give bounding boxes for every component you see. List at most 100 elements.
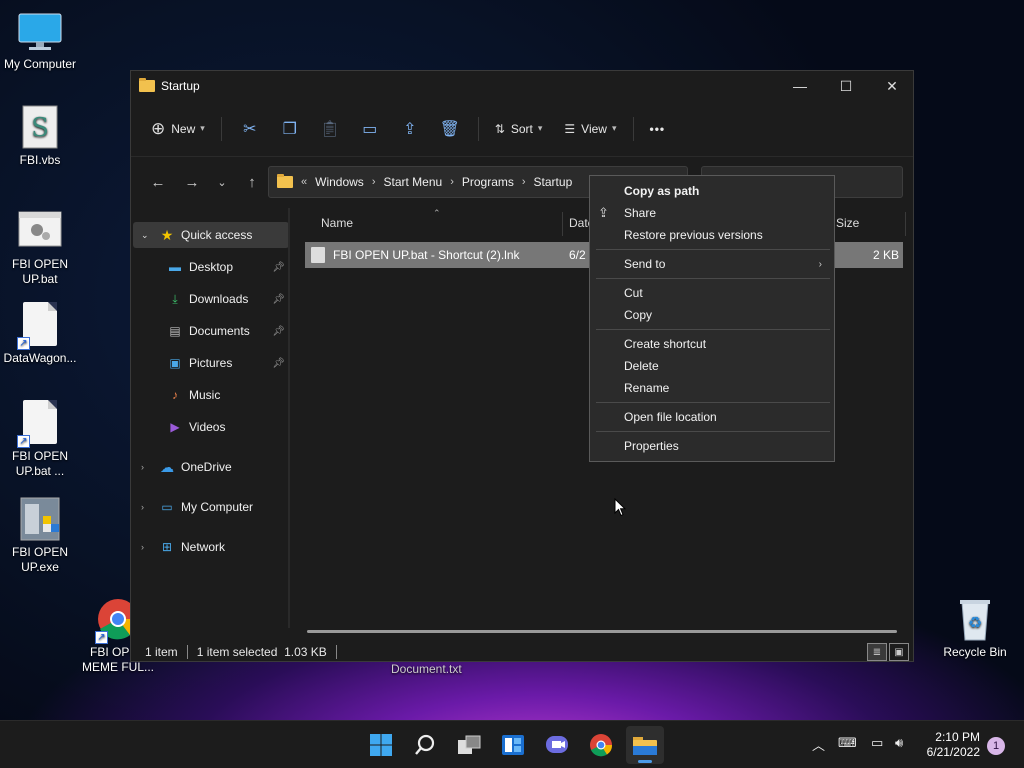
menu-item-copy[interactable]: Copy bbox=[590, 304, 834, 326]
maximize-button[interactable]: ☐ bbox=[823, 71, 869, 101]
cut-button[interactable]: ✂ bbox=[230, 113, 270, 145]
sidebar-item-downloads[interactable]: ⤓ Downloads 📌︎ bbox=[133, 286, 289, 312]
file-explorer-taskbar-button[interactable] bbox=[626, 726, 664, 764]
view-button[interactable]: ☰ View ▾ bbox=[556, 113, 624, 145]
menu-item-rename[interactable]: Rename bbox=[590, 377, 834, 399]
breadcrumb-windows[interactable]: Windows bbox=[315, 175, 364, 189]
paste-button[interactable]: 📋︎ bbox=[310, 113, 350, 145]
desktop-icon-fbi-bat[interactable]: FBI OPEN UP.bat bbox=[0, 208, 80, 287]
column-divider[interactable] bbox=[562, 212, 563, 236]
breadcrumb-separator-icon: › bbox=[371, 176, 376, 188]
sidebar-item-my-computer[interactable]: › ▭ My Computer bbox=[133, 494, 289, 520]
up-button[interactable]: ↑ bbox=[235, 167, 269, 197]
command-bar: ⊕ New ▾ ✂ ❐ 📋︎ ▭ ⇪ 🗑︎ ⇅ Sort ▾ ☰ View ▾ … bbox=[131, 101, 913, 157]
menu-item-open-file-location[interactable]: Open file location bbox=[590, 406, 834, 428]
sidebar-item-label: Pictures bbox=[189, 356, 233, 370]
sidebar-item-network[interactable]: › ⊞ Network bbox=[133, 534, 289, 560]
close-button[interactable]: ✕ bbox=[869, 71, 915, 101]
chevron-right-icon[interactable]: › bbox=[141, 542, 144, 552]
rename-button[interactable]: ▭ bbox=[350, 113, 390, 145]
desktop-icon: ▬ bbox=[169, 260, 181, 274]
back-button[interactable]: ← bbox=[141, 167, 175, 197]
desktop-icon-fbi-bat-shortcut[interactable]: ↗ FBI OPEN UP.bat ... bbox=[0, 400, 80, 479]
pin-icon[interactable]: 📌︎ bbox=[272, 262, 285, 273]
share-icon: ⇪ bbox=[598, 205, 609, 220]
menu-item-restore-previous-versions[interactable]: Restore previous versions bbox=[590, 224, 834, 246]
desktop-icon-fbi-exe[interactable]: FBI OPEN UP.exe bbox=[0, 496, 80, 575]
chevron-down-icon[interactable]: ⌄ bbox=[141, 230, 149, 241]
desktop-icon-my-computer[interactable]: My Computer bbox=[0, 8, 80, 72]
breadcrumb-startup[interactable]: Startup bbox=[534, 175, 573, 189]
breadcrumb-separator-icon: › bbox=[450, 176, 454, 188]
navigation-pane: ⌄ ★ Quick access ▬ Desktop 📌︎ ⤓ Download… bbox=[131, 208, 291, 628]
title-bar[interactable]: Startup — ☐ ✕ bbox=[131, 71, 913, 101]
desktop-icon-fbi-vbs[interactable]: S FBI.vbs bbox=[0, 104, 80, 168]
pin-icon[interactable]: 📌︎ bbox=[272, 358, 285, 369]
menu-item-send-to[interactable]: Send to › bbox=[590, 253, 834, 275]
search-button[interactable] bbox=[410, 730, 440, 760]
menu-item-share[interactable]: ⇪ Share bbox=[590, 202, 834, 224]
svg-text:S: S bbox=[31, 113, 49, 143]
details-view-button[interactable]: ≣ bbox=[867, 643, 887, 661]
column-header-size[interactable]: Size bbox=[836, 216, 859, 230]
copy-button[interactable]: ❐ bbox=[270, 113, 310, 145]
sidebar-item-music[interactable]: ♪ Music bbox=[133, 382, 289, 408]
column-divider[interactable] bbox=[905, 212, 906, 236]
network-icon[interactable]: ▭ bbox=[871, 735, 883, 751]
notification-badge[interactable]: 1 bbox=[987, 737, 1005, 755]
delete-button[interactable]: 🗑︎ bbox=[430, 113, 470, 145]
more-icon: ••• bbox=[649, 121, 666, 136]
overflow-chevron-icon[interactable]: « bbox=[301, 176, 307, 188]
breadcrumb-programs[interactable]: Programs bbox=[462, 175, 514, 189]
picture-icon: ▣ bbox=[169, 356, 181, 370]
column-header-name[interactable]: Name bbox=[321, 216, 353, 230]
teams-chat-button[interactable] bbox=[542, 730, 572, 760]
pin-icon[interactable]: 📌︎ bbox=[272, 326, 285, 337]
menu-item-cut[interactable]: Cut bbox=[590, 282, 834, 304]
pane-splitter[interactable] bbox=[288, 208, 290, 628]
menu-item-copy-as-path[interactable]: Copy as path bbox=[590, 180, 834, 202]
volume-icon[interactable]: 🔊︎ bbox=[895, 735, 903, 751]
breadcrumb-start-menu[interactable]: Start Menu bbox=[383, 175, 442, 189]
pin-icon[interactable]: 📌︎ bbox=[272, 294, 285, 305]
chevron-right-icon: › bbox=[818, 258, 822, 270]
desktop-icon-label: FBI OPEN UP.exe bbox=[11, 545, 68, 574]
menu-item-properties[interactable]: Properties bbox=[590, 435, 834, 457]
sidebar-item-onedrive[interactable]: › ☁ OneDrive bbox=[133, 454, 289, 480]
more-options-button[interactable]: ••• bbox=[642, 113, 674, 145]
menu-item-delete[interactable]: Delete bbox=[590, 355, 834, 377]
widgets-button[interactable] bbox=[498, 730, 528, 760]
chrome-icon bbox=[590, 734, 613, 757]
start-button[interactable] bbox=[366, 730, 396, 760]
recent-locations-button[interactable]: ⌄ bbox=[209, 167, 235, 197]
show-hidden-icons-button[interactable]: ︿ bbox=[812, 735, 825, 754]
breadcrumb-separator-icon: › bbox=[521, 176, 526, 188]
forward-button[interactable]: → bbox=[175, 167, 209, 197]
horizontal-scrollbar[interactable] bbox=[307, 630, 897, 633]
sidebar-item-label: Network bbox=[181, 540, 226, 554]
folder-icon bbox=[139, 78, 155, 92]
rename-icon: ▭ bbox=[362, 120, 378, 138]
executable-icon bbox=[17, 496, 63, 542]
clock[interactable]: 2:10 PM 6/21/2022 bbox=[927, 730, 980, 760]
sidebar-item-quick-access[interactable]: ⌄ ★ Quick access bbox=[133, 222, 289, 248]
sidebar-item-videos[interactable]: ▶ Videos bbox=[133, 414, 289, 440]
chevron-right-icon[interactable]: › bbox=[141, 502, 144, 512]
sidebar-item-pictures[interactable]: ▣ Pictures 📌︎ bbox=[133, 350, 289, 376]
keyboard-icon[interactable]: ⌨ bbox=[838, 735, 857, 751]
sort-button[interactable]: ⇅ Sort ▾ bbox=[487, 113, 551, 145]
sidebar-item-documents[interactable]: ▤ Documents 📌︎ bbox=[133, 318, 289, 344]
chevron-right-icon[interactable]: › bbox=[141, 462, 144, 472]
tiles-view-button[interactable]: ▣ bbox=[889, 643, 909, 661]
task-view-button[interactable] bbox=[454, 730, 484, 760]
new-button[interactable]: ⊕ New ▾ bbox=[143, 113, 213, 145]
chrome-button[interactable] bbox=[586, 730, 616, 760]
share-button[interactable]: ⇪ bbox=[390, 113, 430, 145]
menu-item-create-shortcut[interactable]: Create shortcut bbox=[590, 333, 834, 355]
minimize-button[interactable]: — bbox=[777, 71, 823, 101]
desktop-icon-recycle-bin[interactable]: ♻ Recycle Bin bbox=[935, 596, 1015, 660]
desktop-icon-datawagon[interactable]: ↗ DataWagon... bbox=[0, 302, 80, 366]
sidebar-item-desktop[interactable]: ▬ Desktop 📌︎ bbox=[133, 254, 289, 280]
details-view-icon: ≣ bbox=[872, 646, 882, 658]
chat-icon bbox=[546, 736, 568, 753]
